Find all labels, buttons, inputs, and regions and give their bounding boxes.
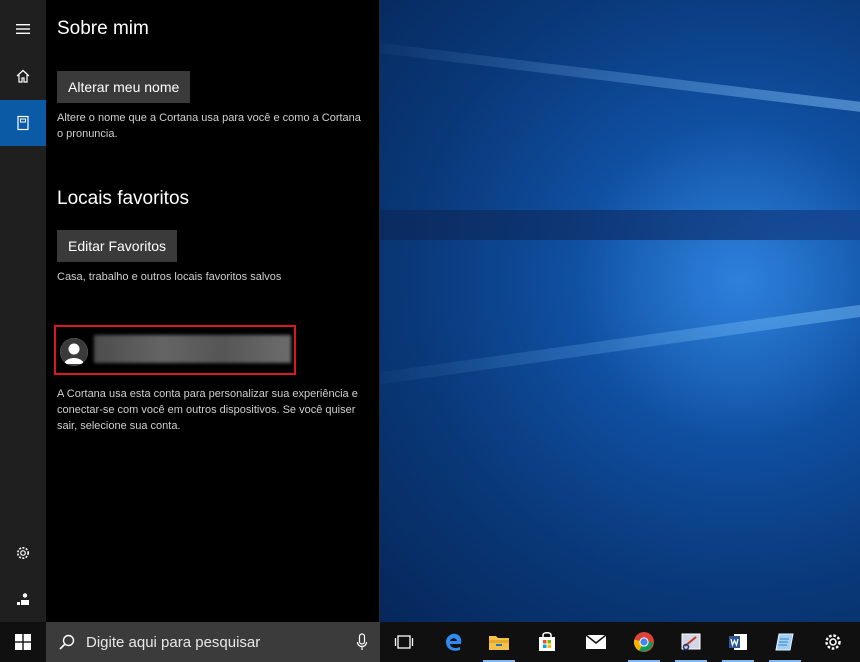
cortana-notebook-panel: Sobre mim Alterar meu nome Altere o nome… bbox=[46, 0, 380, 622]
taskbar-app-snipping-tool[interactable] bbox=[669, 622, 713, 662]
feedback-button[interactable] bbox=[0, 576, 46, 622]
search-icon bbox=[59, 634, 75, 650]
taskbar-search-box[interactable]: Digite aqui para pesquisar bbox=[46, 622, 380, 662]
notepad-icon bbox=[775, 633, 794, 651]
account-description: A Cortana usa esta conta para personaliz… bbox=[57, 388, 358, 432]
taskbar: Digite aqui para pesquisar bbox=[0, 622, 860, 662]
microphone-icon[interactable] bbox=[356, 633, 368, 651]
change-name-button[interactable]: Alterar meu nome bbox=[57, 71, 191, 103]
feedback-icon bbox=[17, 593, 29, 605]
store-icon bbox=[539, 632, 555, 651]
wallpaper-light-beam bbox=[380, 38, 860, 122]
task-view-button[interactable] bbox=[382, 622, 426, 662]
taskbar-app-notepad[interactable] bbox=[763, 622, 807, 662]
taskbar-app-settings[interactable] bbox=[811, 622, 855, 662]
taskbar-app-word[interactable] bbox=[716, 622, 760, 662]
desktop-wallpaper bbox=[380, 0, 860, 622]
section-title-favorite-places: Locais favoritos bbox=[57, 188, 190, 209]
account-name-redacted bbox=[94, 335, 291, 363]
favorite-places-description: Casa, trabalho e outros locais favoritos… bbox=[57, 271, 282, 283]
taskbar-app-store[interactable] bbox=[525, 622, 569, 662]
home-button[interactable] bbox=[0, 53, 46, 99]
edit-favorites-button[interactable]: Editar Favoritos bbox=[57, 230, 178, 262]
taskbar-app-file-explorer[interactable] bbox=[477, 622, 521, 662]
hamburger-icon bbox=[16, 24, 30, 34]
start-button[interactable] bbox=[0, 622, 46, 662]
settings-button[interactable] bbox=[0, 530, 46, 576]
about-me-description: Altere o nome que a Cortana usa para voc… bbox=[57, 112, 361, 140]
windows-logo-icon bbox=[15, 634, 31, 650]
home-icon bbox=[16, 69, 30, 83]
gear-icon bbox=[17, 547, 29, 559]
folder-icon bbox=[489, 636, 509, 650]
taskbar-app-edge[interactable] bbox=[432, 622, 476, 662]
account-button[interactable] bbox=[54, 325, 296, 375]
notebook-icon bbox=[17, 115, 29, 131]
user-icon bbox=[60, 338, 88, 366]
section-title-about-me: Sobre mim bbox=[57, 18, 149, 39]
avatar bbox=[60, 338, 88, 366]
task-view-icon bbox=[394, 635, 414, 649]
chrome-icon bbox=[633, 632, 654, 652]
wallpaper-glow bbox=[580, 120, 860, 440]
edge-icon bbox=[446, 633, 462, 651]
taskbar-app-chrome[interactable] bbox=[622, 622, 666, 662]
notebook-button[interactable] bbox=[0, 100, 46, 146]
wallpaper-window-frame bbox=[380, 210, 860, 240]
word-icon bbox=[729, 634, 747, 650]
taskbar-app-mail[interactable] bbox=[574, 622, 618, 662]
search-placeholder: Digite aqui para pesquisar bbox=[86, 634, 261, 651]
snipping-tool-icon bbox=[681, 633, 701, 651]
menu-button[interactable] bbox=[0, 6, 46, 52]
gear-icon bbox=[825, 634, 841, 650]
cortana-rail bbox=[0, 0, 46, 622]
mail-icon bbox=[585, 634, 607, 649]
